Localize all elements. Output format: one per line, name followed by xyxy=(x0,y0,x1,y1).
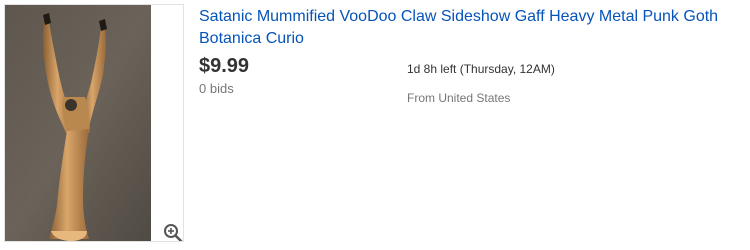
bid-count: 0 bids xyxy=(199,81,234,96)
time-left: 1d 8h left (Thursday, 12AM) xyxy=(407,62,555,76)
search-result-listing: Satanic Mummified VooDoo Claw Sideshow G… xyxy=(0,0,750,250)
item-photo[interactable] xyxy=(5,5,151,241)
zoom-magnifier-icon[interactable] xyxy=(163,223,183,241)
item-location: From United States xyxy=(407,91,511,105)
item-title-link[interactable]: Satanic Mummified VooDoo Claw Sideshow G… xyxy=(199,6,747,50)
item-price: $9.99 xyxy=(199,55,250,77)
item-thumbnail[interactable] xyxy=(4,4,184,242)
